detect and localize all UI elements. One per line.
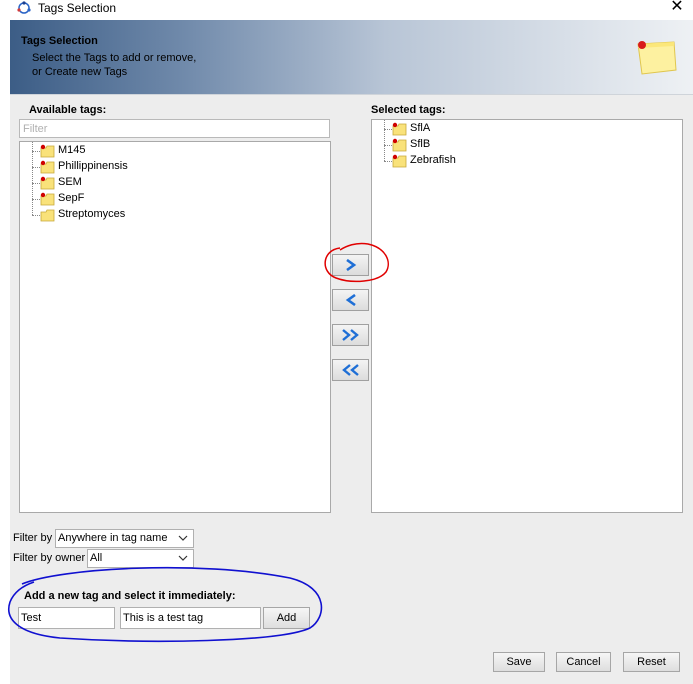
chevron-right-icon xyxy=(345,259,356,271)
tag-folder-icon xyxy=(40,208,56,222)
tag-label: SflA xyxy=(410,122,431,134)
cancel-button[interactable]: Cancel xyxy=(556,652,611,672)
new-tag-description-input[interactable] xyxy=(120,607,261,629)
reset-button[interactable]: Reset xyxy=(623,652,680,672)
sticky-note-icon xyxy=(632,38,680,78)
filter-by-owner-label: Filter by owner xyxy=(13,552,86,564)
tag-folder-icon xyxy=(392,122,408,136)
tag-folder-icon xyxy=(40,176,56,190)
tag-folder-icon xyxy=(40,192,56,206)
remove-selected-button[interactable] xyxy=(332,289,369,311)
remove-all-button[interactable] xyxy=(332,359,369,381)
tag-label: M145 xyxy=(58,144,86,156)
tag-folder-icon xyxy=(392,138,408,152)
header-description-line1: Select the Tags to add or remove, xyxy=(32,52,197,64)
tag-folder-icon xyxy=(392,154,408,168)
tag-label: Streptomyces xyxy=(58,208,126,220)
add-tag-button[interactable]: Add xyxy=(263,607,310,629)
double-chevron-left-icon xyxy=(341,364,359,376)
new-tag-name-input[interactable] xyxy=(18,607,115,629)
chevron-left-icon xyxy=(345,294,356,306)
filter-input[interactable] xyxy=(19,119,330,138)
double-chevron-right-icon xyxy=(341,329,359,341)
tag-label: SflB xyxy=(410,138,431,150)
tag-folder-icon xyxy=(40,144,56,158)
filter-by-value: Anywhere in tag name xyxy=(58,532,168,544)
tag-label: Zebrafish xyxy=(410,154,456,166)
owner-value: All xyxy=(90,552,103,564)
add-selected-button[interactable] xyxy=(332,254,369,276)
owner-select[interactable]: All xyxy=(87,549,194,568)
tag-label: SEM xyxy=(58,176,82,188)
window-title: Tags Selection xyxy=(38,1,117,15)
new-tag-label: Add a new tag and select it immediately: xyxy=(24,590,236,602)
add-all-button[interactable] xyxy=(332,324,369,346)
app-icon xyxy=(16,1,32,15)
selected-tags-label: Selected tags: xyxy=(371,104,446,116)
selected-tags-list[interactable]: SflA SflB Zebrafish xyxy=(371,119,683,513)
available-tags-label: Available tags: xyxy=(29,104,107,116)
header-description-line2: or Create new Tags xyxy=(32,66,128,78)
filter-by-label: Filter by xyxy=(13,532,53,544)
header-title: Tags Selection xyxy=(21,35,98,47)
tag-folder-icon xyxy=(40,160,56,174)
tag-label: Phillippinensis xyxy=(58,160,128,172)
chevron-down-icon xyxy=(178,553,188,565)
tag-label: SepF xyxy=(58,192,85,204)
close-icon[interactable]: ✕ xyxy=(664,0,690,16)
save-button[interactable]: Save xyxy=(493,652,545,672)
available-tags-list[interactable]: M145 Phillippinensis SEM SepF Streptomyc… xyxy=(19,141,331,513)
chevron-down-icon xyxy=(178,533,188,545)
filter-by-select[interactable]: Anywhere in tag name xyxy=(55,529,194,548)
